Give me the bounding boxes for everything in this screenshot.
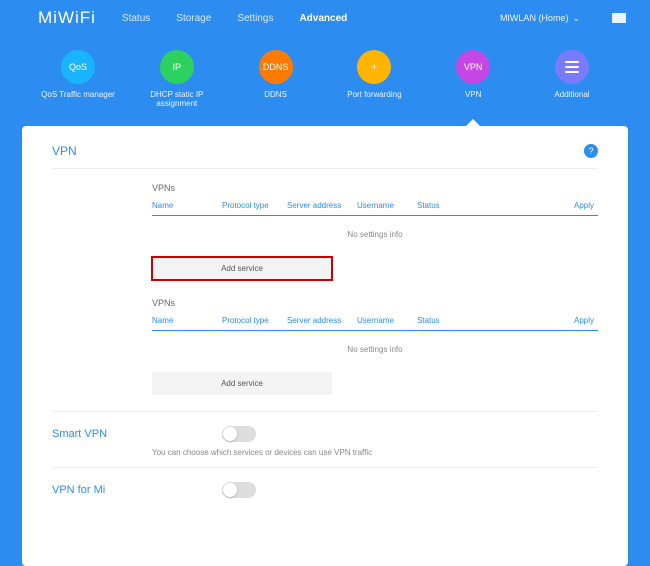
col-status: Status [417,201,477,210]
tile-label: Port forwarding [347,90,401,99]
tile-label: DHCP static IP assignment [135,90,219,108]
network-label: MIWLAN (Home) [500,13,569,23]
tile-label: Additional [554,90,589,99]
col-apply: Apply [477,316,598,325]
qos-icon: QoS [61,50,95,84]
smart-vpn-desc: You can choose which services or devices… [52,448,598,467]
advanced-tiles: QoS QoS Traffic manager IP DHCP static I… [0,36,650,126]
col-apply: Apply [477,201,598,210]
network-selector[interactable]: MIWLAN (Home) ⌄ [500,13,580,24]
vpn-for-mi-title: VPN for Mi [52,484,132,496]
menu-icon [555,50,589,84]
vpn-for-mi-row: VPN for Mi [52,467,598,508]
tile-ip[interactable]: IP DHCP static IP assignment [135,50,219,108]
panel: VPN ? VPNs Name Protocol type Server add… [22,126,628,566]
col-server: Server address [287,316,357,325]
plus-icon: + [357,50,391,84]
col-username: Username [357,201,417,210]
section-heading: VPNs [152,183,598,201]
col-protocol: Protocol type [222,316,287,325]
vpn-icon: VPN [456,50,490,84]
smart-vpn-toggle[interactable] [222,426,256,442]
smart-vpn-title: Smart VPN [52,428,132,440]
nav-settings[interactable]: Settings [237,13,273,24]
chevron-down-icon: ⌄ [572,13,580,24]
ddns-icon: DDNS [259,50,293,84]
table-header: Name Protocol type Server address Userna… [152,201,598,216]
panel-title: VPN [52,144,77,158]
main-nav: Status Storage Settings Advanced [122,13,347,24]
help-icon[interactable]: ? [584,144,598,158]
tile-label: QoS Traffic manager [41,90,115,99]
empty-message: No settings info [152,331,598,372]
add-service-button[interactable]: Add service [152,372,332,395]
mail-icon[interactable] [612,13,626,23]
col-username: Username [357,316,417,325]
tile-qos[interactable]: QoS QoS Traffic manager [36,50,120,108]
col-status: Status [417,316,477,325]
col-name: Name [152,201,222,210]
tile-ddns[interactable]: DDNS DDNS [234,50,318,108]
section-heading: VPNs [152,298,598,316]
tile-label: DDNS [264,90,287,99]
ip-icon: IP [160,50,194,84]
add-service-button[interactable]: Add service [152,257,332,280]
tile-vpn[interactable]: VPN VPN [431,50,515,108]
tile-additional[interactable]: Additional [530,50,614,108]
nav-storage[interactable]: Storage [176,13,211,24]
col-name: Name [152,316,222,325]
tile-label: VPN [465,90,481,99]
col-protocol: Protocol type [222,201,287,210]
vpns-section-2: VPNs Name Protocol type Server address U… [52,284,598,399]
nav-status[interactable]: Status [122,13,150,24]
col-server: Server address [287,201,357,210]
empty-message: No settings info [152,216,598,257]
vpns-section-1: VPNs Name Protocol type Server address U… [52,169,598,284]
tile-port[interactable]: + Port forwarding [332,50,416,108]
table-header: Name Protocol type Server address Userna… [152,316,598,331]
logo: MiWiFi [38,8,96,28]
vpn-for-mi-toggle[interactable] [222,482,256,498]
smart-vpn-row: Smart VPN [52,411,598,452]
nav-advanced[interactable]: Advanced [299,13,347,24]
